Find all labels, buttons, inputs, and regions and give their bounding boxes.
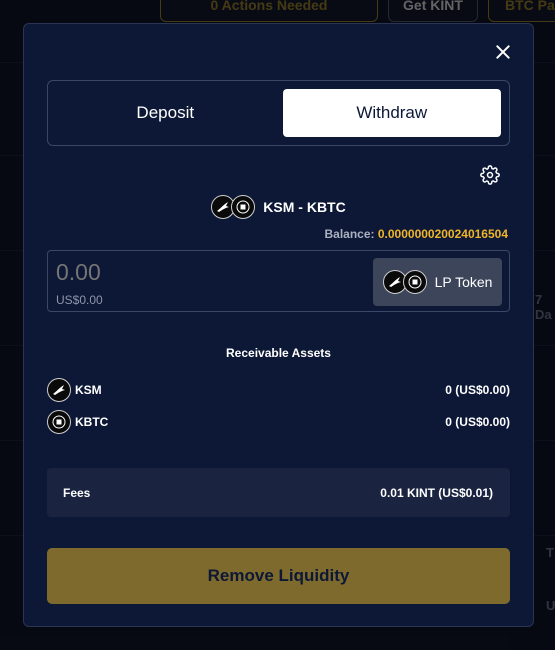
lp-token-label: LP Token bbox=[434, 274, 493, 290]
kbtc-icon bbox=[47, 410, 71, 434]
receivable-assets-title: Receivable Assets bbox=[226, 346, 331, 360]
asset-amount: 0 (US$0.00) bbox=[445, 383, 510, 397]
gear-icon[interactable] bbox=[480, 165, 500, 185]
fees-label: Fees bbox=[63, 485, 91, 500]
kbtc-icon bbox=[402, 270, 427, 294]
asset-symbol: KSM bbox=[75, 383, 102, 397]
close-icon[interactable] bbox=[493, 42, 513, 62]
mode-tabs: Deposit Withdraw bbox=[47, 80, 510, 146]
fees-value: 0.01 KINT (US$0.01) bbox=[380, 485, 493, 500]
asset-symbol: KBTC bbox=[75, 415, 109, 429]
balance-value[interactable]: 0.000000020024016504 bbox=[378, 227, 508, 241]
amount-usd-value: US$0.00 bbox=[56, 293, 103, 307]
kbtc-icon bbox=[231, 195, 256, 219]
balance-display: Balance: 0.000000020024016504 bbox=[324, 227, 508, 241]
lp-token-icons bbox=[382, 270, 427, 294]
balance-label: Balance: bbox=[324, 227, 375, 241]
ksm-icon bbox=[47, 378, 71, 402]
remove-liquidity-button[interactable]: Remove Liquidity bbox=[47, 548, 510, 604]
amount-input[interactable] bbox=[56, 259, 306, 286]
asset-row-ksm: KSM 0 (US$0.00) bbox=[47, 378, 510, 402]
pool-pair: KSM - KBTC bbox=[24, 195, 533, 219]
asset-amount: 0 (US$0.00) bbox=[445, 415, 510, 429]
pair-title: KSM - KBTC bbox=[263, 199, 346, 215]
pair-icons bbox=[211, 195, 256, 219]
asset-info: KSM bbox=[47, 378, 102, 402]
amount-field: US$0.00 LP Token bbox=[47, 250, 510, 312]
asset-row-kbtc: KBTC 0 (US$0.00) bbox=[47, 410, 510, 434]
fees-panel: Fees 0.01 KINT (US$0.01) bbox=[47, 468, 510, 517]
withdraw-liquidity-modal: Deposit Withdraw KSM - KBTC Balance: 0.0… bbox=[23, 23, 534, 627]
lp-token-button[interactable]: LP Token bbox=[373, 258, 502, 306]
asset-info: KBTC bbox=[47, 410, 108, 434]
tab-withdraw[interactable]: Withdraw bbox=[282, 89, 501, 137]
tab-deposit[interactable]: Deposit bbox=[56, 89, 275, 137]
